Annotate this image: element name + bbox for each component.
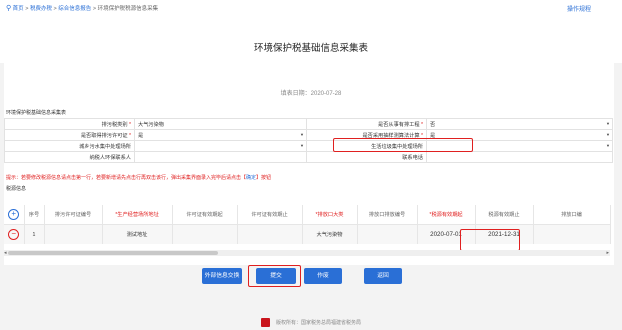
chevron-down-icon: ▼ <box>606 143 610 148</box>
chevron-down-icon: ▼ <box>606 132 610 137</box>
phone-label: 联系电话 <box>306 151 427 163</box>
phone-input[interactable] <box>426 151 613 163</box>
section-title-source: 税源信息 <box>6 186 27 192</box>
breadcrumb-item-report[interactable]: 综合信息报告 <box>58 6 91 12</box>
chevron-down-icon: ▼ <box>606 121 610 126</box>
void-button[interactable]: 作废 <box>304 268 342 284</box>
submit-highlight <box>248 265 301 287</box>
urban-sewage-select[interactable]: ▼ <box>134 140 307 152</box>
basic-info-form: 排污税类别 * 大气污染物 是否从事有排工程 * 否 ▼ 是否取得排污许可证 * … <box>4 118 613 163</box>
horizontal-scrollbar[interactable]: ◂ ▸ <box>4 250 610 256</box>
breadcrumb-item-tax[interactable]: 税费办税 <box>30 6 52 12</box>
engineering-select[interactable]: 否 ▼ <box>426 118 613 130</box>
tip-text: 提示：若要修改税源信息请点击第一行，若要新增请先点击行再双击该行，弹出采集界面录… <box>6 175 272 181</box>
permit-label: 是否取得排污许可证 <box>80 132 128 139</box>
chevron-down-icon: ▼ <box>300 143 304 148</box>
breadcrumb-home[interactable]: 首页 <box>13 6 24 12</box>
remove-row-icon[interactable]: − <box>8 229 20 240</box>
footer: 版权所有：国家税务总局福建省税务局 <box>0 318 622 327</box>
scrollbar-thumb[interactable] <box>8 251 218 255</box>
col-header-outlet-code: 排放口编 <box>533 205 611 225</box>
section-title-basic: 环境保护税基础信息采集表 <box>6 110 67 116</box>
operation-guide-link[interactable]: 操作规程 <box>567 4 591 13</box>
col-header-address: *生产经营场所地址 <box>102 205 173 225</box>
location-pin-icon: ⚲ <box>6 5 12 12</box>
cell-permit-no <box>44 224 103 244</box>
cell-address: 测试地址 <box>102 224 173 244</box>
tip-confirm-link[interactable]: 确定 <box>246 175 256 181</box>
external-exchange-button[interactable]: 外部信息交换 <box>202 268 242 284</box>
cell-category: 大气污染物 <box>302 224 358 244</box>
col-header-permit-no: 排污许可证编号 <box>44 205 103 225</box>
breadcrumb: ⚲ 首页 > 税费办税 > 综合信息报告 > 环境保护税税源信息采集 <box>6 5 159 12</box>
col-header-valid-to: 税源有效期止 <box>475 205 534 225</box>
permit-select[interactable]: 是 ▼ <box>134 129 307 141</box>
cell-permit-from <box>172 224 238 244</box>
engineering-label: 是否从事有排工程 <box>378 121 420 128</box>
pollutant-type-select[interactable]: 大气污染物 <box>134 118 307 130</box>
cell-permit-to <box>237 224 303 244</box>
cell-seq: 1 <box>24 224 45 244</box>
scroll-left-arrow-icon[interactable]: ◂ <box>4 250 7 256</box>
table-header-row: + 序号 排污许可证编号 *生产经营场所地址 许可证有效期起 许可证有效期止 *… <box>4 205 611 225</box>
chevron-down-icon: ▼ <box>300 132 304 137</box>
col-header-permit-to: 许可证有效期止 <box>237 205 303 225</box>
special-method-highlight <box>333 138 473 152</box>
page-title: 环境保护税基础信息采集表 <box>253 43 368 54</box>
breadcrumb-item-current: 环境保护税税源信息采集 <box>97 6 159 12</box>
cell-outlet-code <box>533 224 611 244</box>
col-header-seq: 序号 <box>24 205 45 225</box>
cell-outlet-no <box>357 224 418 244</box>
add-row-icon[interactable]: + <box>8 209 20 220</box>
fill-date: 填表日期：2020-07-28 <box>280 91 342 97</box>
contact-label: 纳税人环保联系人 <box>4 151 135 163</box>
valid-from-highlight <box>460 229 520 251</box>
contact-input[interactable] <box>134 151 307 163</box>
col-header-outlet-no: 排放口排放编号 <box>357 205 418 225</box>
col-header-category: *排放口大类 <box>302 205 358 225</box>
tax-emblem-icon <box>260 318 270 327</box>
col-header-permit-from: 许可证有效期起 <box>172 205 238 225</box>
back-button[interactable]: 返回 <box>364 268 402 284</box>
scroll-right-arrow-icon[interactable]: ▸ <box>606 250 609 256</box>
pollutant-type-label: 排污税类别 <box>101 121 128 128</box>
urban-sewage-label: 城乡污水集中处理场所 <box>4 140 135 152</box>
col-header-valid-from: *税源有效期起 <box>417 205 476 225</box>
